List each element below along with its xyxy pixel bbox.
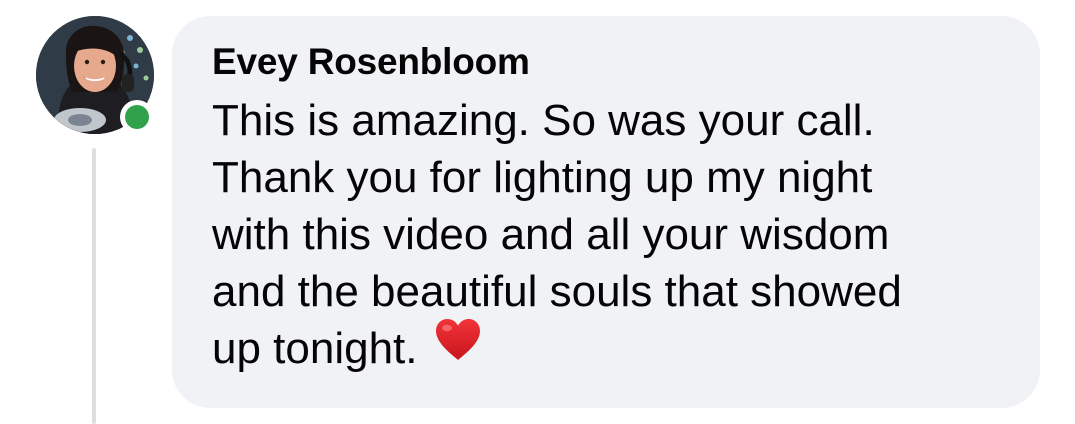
online-status-indicator <box>120 100 154 134</box>
author-avatar-link[interactable] <box>36 16 156 136</box>
comment-text: This is amazing. So was your call. Thank… <box>212 96 902 373</box>
online-dot <box>125 105 149 129</box>
comment-author-name[interactable]: Evey Rosenbloom <box>212 40 1004 84</box>
reply-thread-line <box>92 148 96 424</box>
comment-body: This is amazing. So was your call. Thank… <box>212 92 1012 380</box>
heart-icon <box>434 318 482 376</box>
comment-bubble: Evey Rosenbloom This is amazing. So was … <box>172 16 1040 408</box>
